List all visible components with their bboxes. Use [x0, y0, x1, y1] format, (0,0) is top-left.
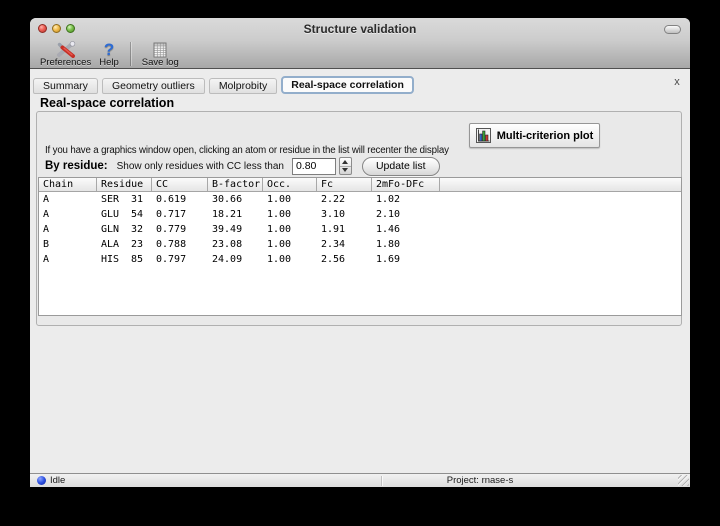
- column-header-filler: [440, 178, 681, 191]
- table-row[interactable]: A HIS 85 0.797 24.09 1.00 2.56 1.69: [39, 252, 681, 267]
- window-title: Structure validation: [303, 22, 417, 36]
- cell-fc: 1.91: [321, 224, 346, 235]
- cell-chain: A: [43, 224, 50, 235]
- real-space-correlation-panel: If you have a graphics window open, clic…: [36, 111, 682, 326]
- spreadsheet-icon: [153, 41, 167, 58]
- cell-residue: HIS 85: [101, 254, 143, 265]
- toolbar: Preferences ? Help Save log: [30, 40, 690, 69]
- cell-occ: 1.00: [267, 239, 292, 250]
- cell-occ: 1.00: [267, 194, 292, 205]
- cell-b-factor: 39.49: [212, 224, 243, 235]
- cell-occ: 1.00: [267, 224, 292, 235]
- column-header-b-factor[interactable]: B-factor: [208, 178, 263, 191]
- cell-fc: 2.56: [321, 254, 346, 265]
- cell-fc: 2.34: [321, 239, 346, 250]
- table-row[interactable]: A GLU 54 0.717 18.21 1.00 3.10 2.10: [39, 207, 681, 222]
- cell-2mfo-dfc: 1.02: [376, 194, 401, 205]
- cell-chain: A: [43, 254, 50, 265]
- status-field-divider: [381, 476, 382, 486]
- cell-b-factor: 30.66: [212, 194, 243, 205]
- cell-residue: SER 31: [101, 194, 143, 205]
- resize-grip[interactable]: [678, 475, 689, 486]
- cell-occ: 1.00: [267, 254, 292, 265]
- cell-b-factor: 18.21: [212, 209, 243, 220]
- tab-geometry-outliers[interactable]: Geometry outliers: [101, 78, 205, 94]
- cell-fc: 2.22: [321, 194, 346, 205]
- cell-cc: 0.797: [156, 254, 187, 265]
- stepper-up-button[interactable]: [339, 158, 351, 167]
- table-row[interactable]: A GLN 32 0.779 39.49 1.00 1.91 1.46: [39, 222, 681, 237]
- notebook-page: Summary Geometry outliers Molprobity Rea…: [30, 70, 690, 473]
- question-mark-icon: ?: [103, 40, 115, 59]
- cell-cc: 0.779: [156, 224, 187, 235]
- cc-threshold-label: Show only residues with CC less than: [116, 160, 284, 172]
- table-body: A SER 31 0.619 30.66 1.00 2.22 1.02 A GLU…: [39, 192, 681, 267]
- column-header-2mfo-dfc[interactable]: 2mFo-DFc: [372, 178, 440, 191]
- cell-b-factor: 23.08: [212, 239, 243, 250]
- stepper-down-button[interactable]: [340, 167, 351, 175]
- cell-chain: B: [43, 239, 50, 250]
- save-log-button[interactable]: Save log: [138, 41, 183, 69]
- cell-cc: 0.788: [156, 239, 187, 250]
- cc-threshold-input[interactable]: [291, 157, 336, 175]
- tab-summary[interactable]: Summary: [33, 78, 98, 94]
- desktop-background: Structure validation Preferences ? Help …: [0, 0, 720, 526]
- cell-chain: A: [43, 194, 50, 205]
- column-header-chain[interactable]: Chain: [39, 178, 97, 191]
- residue-table: Chain Residue CC B-factor Occ. Fc 2mFo-D…: [38, 177, 682, 316]
- window-chrome: Structure validation Preferences ? Help …: [30, 18, 690, 69]
- cell-b-factor: 24.09: [212, 254, 243, 265]
- tab-real-space-correlation[interactable]: Real-space correlation: [281, 76, 414, 94]
- status-indicator-icon: [37, 476, 46, 485]
- help-button[interactable]: ? Help: [95, 41, 123, 69]
- cell-occ: 1.00: [267, 209, 292, 220]
- table-header-row: Chain Residue CC B-factor Occ. Fc 2mFo-D…: [39, 178, 681, 192]
- toolbar-toggle-button[interactable]: [664, 25, 681, 34]
- cell-residue: GLU 54: [101, 209, 143, 220]
- status-bar: Idle Project: rnase-s: [30, 473, 690, 487]
- cell-residue: GLN 32: [101, 224, 143, 235]
- save-log-label: Save log: [141, 57, 179, 68]
- bar-chart-icon: [475, 128, 491, 143]
- multi-criterion-plot-button[interactable]: Multi-criterion plot: [469, 123, 600, 148]
- preferences-label: Preferences: [40, 57, 92, 68]
- cc-threshold-stepper: [338, 157, 352, 175]
- cell-2mfo-dfc: 1.80: [376, 239, 401, 250]
- cell-2mfo-dfc: 1.46: [376, 224, 401, 235]
- cell-cc: 0.717: [156, 209, 187, 220]
- table-row[interactable]: A SER 31 0.619 30.66 1.00 2.22 1.02: [39, 192, 681, 207]
- column-header-occ[interactable]: Occ.: [263, 178, 317, 191]
- cell-2mfo-dfc: 1.69: [376, 254, 401, 265]
- multi-criterion-plot-label: Multi-criterion plot: [496, 129, 594, 142]
- tab-molprobity[interactable]: Molprobity: [208, 78, 278, 94]
- cell-2mfo-dfc: 2.10: [376, 209, 401, 220]
- column-header-fc[interactable]: Fc: [317, 178, 372, 191]
- cell-residue: ALA 23: [101, 239, 143, 250]
- cell-chain: A: [43, 209, 50, 220]
- update-list-button[interactable]: Update list: [361, 156, 440, 176]
- close-tab-icon[interactable]: x: [671, 76, 683, 88]
- preferences-button[interactable]: Preferences: [36, 41, 95, 69]
- help-label: Help: [99, 57, 119, 68]
- app-window: Structure validation Preferences ? Help …: [30, 18, 690, 487]
- table-row[interactable]: B ALA 23 0.788 23.08 1.00 2.34 1.80: [39, 237, 681, 252]
- cell-fc: 3.10: [321, 209, 346, 220]
- project-label: Project: rnase-s: [446, 475, 514, 486]
- cell-cc: 0.619: [156, 194, 187, 205]
- crossed-tools-icon: [55, 41, 77, 58]
- page-title: Real-space correlation: [40, 96, 175, 110]
- column-header-residue[interactable]: Residue: [97, 178, 152, 191]
- by-residue-label: By residue:: [45, 160, 108, 172]
- titlebar[interactable]: Structure validation: [30, 18, 690, 40]
- filter-controls: By residue: Show only residues with CC l…: [45, 156, 440, 176]
- toolbar-separator: [129, 42, 131, 66]
- column-header-cc[interactable]: CC: [152, 178, 208, 191]
- tab-bar: Summary Geometry outliers Molprobity Rea…: [33, 75, 683, 94]
- status-text: Idle: [50, 475, 66, 486]
